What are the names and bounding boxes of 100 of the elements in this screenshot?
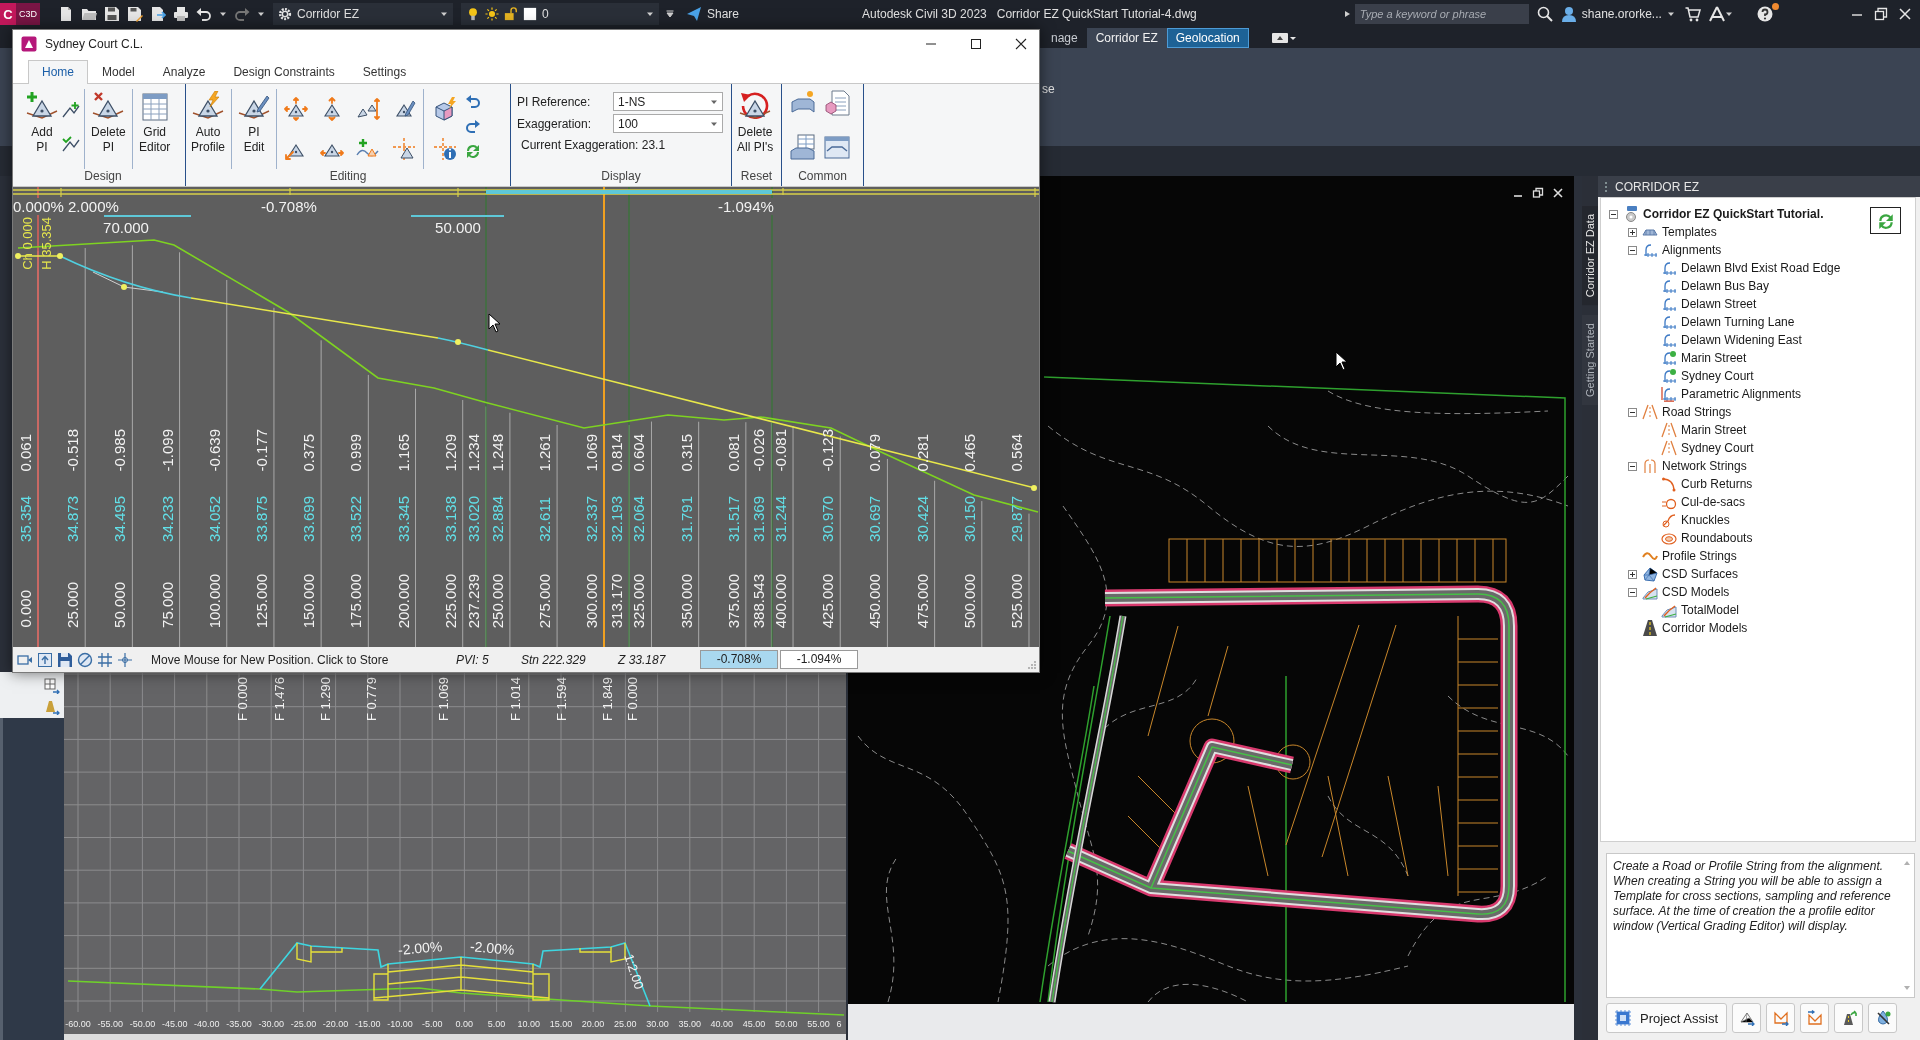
tool-button[interactable]: [1732, 1003, 1762, 1033]
pi-reference-dropdown[interactable]: 1-NS: [613, 92, 723, 111]
pvi-point[interactable]: [455, 339, 461, 345]
undo-icon[interactable]: [196, 6, 212, 22]
maximize-icon[interactable]: [970, 38, 982, 50]
side-tab[interactable]: Getting Started: [1582, 315, 1598, 406]
share-button[interactable]: Share: [682, 6, 744, 22]
user-menu[interactable]: shane.ororke...: [1558, 6, 1677, 22]
expand-arrow-icon[interactable]: [1342, 10, 1351, 18]
tree-item[interactable]: Curb Returns: [1681, 477, 1753, 491]
ribbon-tab[interactable]: Analyze: [148, 60, 220, 84]
export-icon[interactable]: [150, 6, 166, 22]
customize-caret-icon[interactable]: [666, 10, 674, 18]
grip-icon[interactable]: [1604, 180, 1608, 193]
grid-editor-button[interactable]: Grid Editor: [135, 89, 174, 157]
tree-item[interactable]: Cul-de-sacs: [1681, 495, 1746, 509]
expand-icon[interactable]: [1628, 227, 1637, 237]
new-file-icon[interactable]: [58, 6, 74, 22]
add-pi-button[interactable]: Add PI: [23, 89, 61, 157]
tree-item[interactable]: Delawn Bus Bay: [1681, 279, 1770, 293]
search-icon[interactable]: [1536, 6, 1553, 22]
tree-item[interactable]: Marin Street: [1681, 423, 1747, 437]
tree-item[interactable]: Delawn Widening East: [1681, 333, 1802, 347]
redo-icon[interactable]: [234, 6, 250, 22]
crosshair-info-icon[interactable]: [433, 137, 457, 161]
search-field[interactable]: Type a keyword or phrase: [1354, 4, 1529, 24]
layer-dropdown[interactable]: 0: [461, 3, 659, 25]
triangle-arrows-icon[interactable]: [284, 97, 308, 121]
expand-icon[interactable]: [1628, 569, 1637, 579]
tool-button[interactable]: [1868, 1003, 1898, 1033]
caret-icon[interactable]: [1724, 10, 1733, 18]
delete-all-pis-button[interactable]: Delete All PI's: [734, 89, 777, 157]
grid-arrow-icon[interactable]: [44, 678, 60, 694]
tree-item[interactable]: CSD Surfaces: [1662, 567, 1739, 581]
tree-item[interactable]: Knuckles: [1681, 513, 1730, 527]
pvi-point[interactable]: [121, 284, 127, 290]
app-logo[interactable]: C: [0, 3, 16, 25]
triangles-arrow-icon[interactable]: [356, 97, 380, 121]
project-assist-button[interactable]: Project Assist: [1606, 1003, 1728, 1033]
grade-field[interactable]: -1.094%: [780, 650, 858, 669]
pvi-point[interactable]: [57, 253, 63, 259]
ribbon-tab[interactable]: Home: [28, 60, 88, 84]
tree-item[interactable]: Network Strings: [1662, 459, 1747, 473]
tree-item[interactable]: Corridor EZ QuickStart Tutorial.: [1643, 207, 1824, 221]
pvi-point[interactable]: [15, 253, 21, 259]
tree-item[interactable]: Delawn Street: [1681, 297, 1757, 311]
ribbon-tab[interactable]: Settings: [348, 60, 421, 84]
exaggeration-field[interactable]: 100: [613, 114, 723, 133]
resize-grip-icon[interactable]: [1027, 660, 1037, 670]
ribbon-tab[interactable]: Corridor EZ: [1086, 28, 1167, 48]
pi-edit-button[interactable]: PI Edit: [235, 89, 273, 157]
cube-lightning-icon[interactable]: [433, 97, 457, 121]
cart-icon[interactable]: [1684, 6, 1701, 22]
save-as-icon[interactable]: [127, 6, 143, 22]
grid-icon[interactable]: [97, 651, 113, 668]
grade-field[interactable]: -0.708%: [700, 650, 778, 669]
tool-button[interactable]: [1766, 1003, 1796, 1033]
collapse-icon[interactable]: [1628, 245, 1637, 255]
tree-item[interactable]: Alignments: [1662, 243, 1722, 257]
refresh-icon[interactable]: [465, 143, 481, 159]
tree-item[interactable]: Sydney Court: [1681, 441, 1754, 455]
close-icon[interactable]: [1015, 38, 1027, 50]
crosshair-triangle-icon[interactable]: [392, 137, 416, 161]
ribbon-tab[interactable]: Design Constraints: [219, 60, 349, 84]
open-folder-icon[interactable]: [81, 6, 97, 22]
crosshair-icon[interactable]: [117, 651, 133, 668]
print-icon[interactable]: [173, 6, 189, 22]
ribbon-tab[interactable]: Geolocation: [1166, 28, 1249, 48]
tree-item[interactable]: Delawn Turning Lane: [1681, 315, 1795, 329]
triangle-icon[interactable]: [1708, 6, 1725, 22]
tree-item[interactable]: Templates: [1662, 225, 1717, 239]
caret-icon[interactable]: [257, 10, 265, 18]
tree-item[interactable]: Sydney Court: [1681, 369, 1754, 383]
save-icon[interactable]: [57, 651, 73, 668]
refresh-button[interactable]: [1870, 207, 1901, 234]
collapse-icon[interactable]: [1628, 461, 1637, 471]
document-cube-icon[interactable]: [824, 90, 850, 116]
workspace-dropdown[interactable]: Corridor EZ: [273, 3, 453, 25]
delete-pi-button[interactable]: Delete PI: [88, 89, 129, 157]
ribbon-tab[interactable]: nage: [1042, 28, 1087, 48]
restore-icon[interactable]: [1874, 7, 1888, 21]
collapse-icon[interactable]: [1628, 587, 1637, 597]
auto-profile-button[interactable]: Auto Profile: [188, 89, 228, 157]
tree-item[interactable]: Parametric Alignments: [1681, 387, 1802, 401]
tool-button[interactable]: [1834, 1003, 1864, 1033]
redo-icon[interactable]: [465, 118, 481, 134]
slashed-circle-icon[interactable]: [77, 651, 93, 668]
tool-button[interactable]: [1800, 1003, 1830, 1033]
pvi-point[interactable]: [1031, 485, 1037, 491]
tree-item[interactable]: TotalModel: [1681, 603, 1740, 617]
section-window-icon[interactable]: [824, 133, 850, 160]
caret-icon[interactable]: [219, 10, 227, 18]
collapse-icon[interactable]: [1609, 209, 1618, 219]
collapse-icon[interactable]: [1628, 407, 1637, 417]
panel-toggle-icon[interactable]: [1270, 32, 1297, 44]
tree-item[interactable]: Roundabouts: [1681, 531, 1753, 545]
tree-item[interactable]: Corridor Models: [1662, 621, 1748, 635]
tree-item[interactable]: Road Strings: [1662, 405, 1732, 419]
tree-item[interactable]: Marin Street: [1681, 351, 1747, 365]
restore-icon[interactable]: [1532, 187, 1544, 199]
